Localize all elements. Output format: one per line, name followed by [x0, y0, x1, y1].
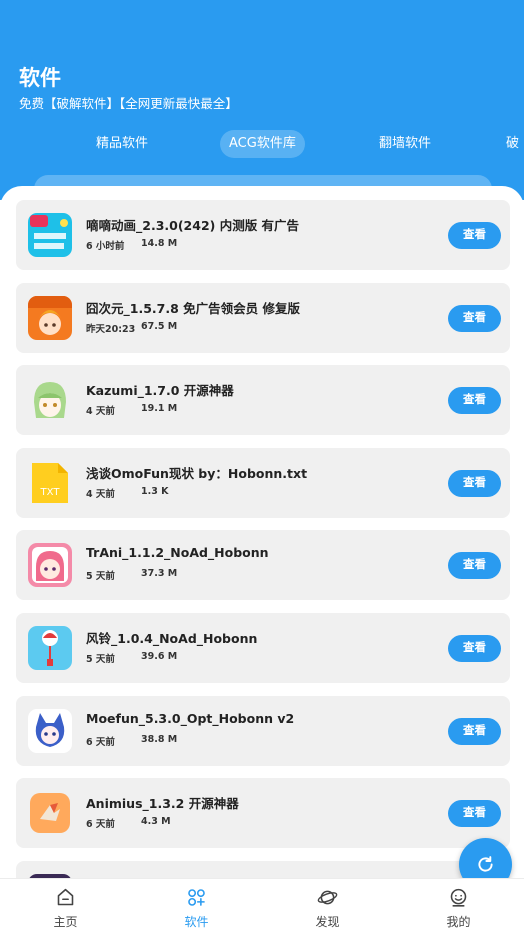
list-item[interactable]: Kazumi_1.7.0 开源神器 4 天前 19.1 M 查看: [16, 365, 510, 436]
view-button[interactable]: 查看: [448, 304, 501, 332]
tab-cracked-software[interactable]: 破: [506, 130, 519, 158]
item-time: 5 天前: [86, 571, 115, 583]
nav-label-discover: 发现: [315, 915, 340, 929]
svg-text:TXT: TXT: [40, 487, 61, 498]
nav-item-home[interactable]: 主页: [0, 879, 131, 936]
view-button[interactable]: 查看: [448, 222, 501, 249]
page-title: 软件: [19, 66, 61, 90]
item-time: 5 天前: [86, 653, 115, 665]
item-time: 4 天前: [86, 406, 115, 418]
tab-vpn-software[interactable]: 翻墙软件: [379, 130, 431, 158]
item-title: Kazumi_1.7.0 开源神器: [86, 383, 234, 399]
moefun-icon: [28, 708, 72, 753]
item-time: 6 天前: [86, 819, 115, 831]
item-size: 67.5 M: [141, 320, 178, 332]
header: 软件 免费【破解软件】【全网更新最快最全】 精品软件 ACG软件库 翻墙软件 破: [0, 0, 524, 215]
item-title: Animius_1.3.2 开源神器: [86, 796, 239, 812]
item-time: 6 小时前: [86, 241, 125, 252]
tab-premium-software[interactable]: 精品软件: [96, 130, 148, 158]
kazumi-icon: [28, 378, 72, 423]
view-button[interactable]: 查看: [448, 717, 501, 745]
software-list-sheet: 嘀嘀动画_2.3.0(242) 内测版 有广告 6 小时前 14.8 M 查看 …: [0, 186, 524, 936]
nav-label-profile: 我的: [446, 915, 471, 929]
nav-label-software: 软件: [184, 915, 209, 929]
item-time: 6 天前: [86, 736, 115, 748]
txt-file-icon: TXT: [28, 460, 72, 505]
item-size: 1.3 K: [141, 485, 169, 497]
list-item[interactable]: Animius_1.3.2 开源神器 6 天前 4.3 M 查看: [16, 778, 510, 849]
view-button[interactable]: 查看: [448, 469, 501, 497]
trani-icon: [28, 543, 72, 588]
item-size: 38.8 M: [141, 733, 178, 745]
item-title: 浅谈OmoFun现状 by：Hobonn.txt: [86, 465, 308, 481]
item-size: 19.1 M: [141, 403, 178, 415]
item-time: 昨天20:23: [86, 323, 136, 335]
jiongciyuan-icon: [28, 295, 72, 340]
view-button[interactable]: 查看: [448, 552, 501, 580]
category-tabs: 精品软件 ACG软件库 翻墙软件 破: [0, 130, 524, 160]
software-list: 嘀嘀动画_2.3.0(242) 内测版 有广告 6 小时前 14.8 M 查看 …: [16, 200, 510, 936]
item-size: 37.3 M: [141, 568, 178, 580]
planet-icon: [317, 890, 338, 905]
item-title: 风铃_1.0.4_NoAd_Hobonn: [86, 630, 258, 646]
fengling-icon: [28, 625, 72, 670]
item-title: 囧次元_1.5.7.8 免广告领会员 修复版: [86, 300, 300, 316]
item-size: 14.8 M: [141, 238, 178, 249]
item-title: 嘀嘀动画_2.3.0(242) 内测版 有广告: [86, 218, 300, 233]
list-item[interactable]: Moefun_5.3.0_Opt_Hobonn v2 6 天前 38.8 M 查…: [16, 695, 510, 766]
apps-icon: [188, 889, 205, 906]
animius-icon: [28, 791, 72, 836]
view-button[interactable]: 查看: [448, 387, 501, 415]
nav-item-discover[interactable]: 发现: [262, 879, 393, 936]
item-title: Moefun_5.3.0_Opt_Hobonn v2: [86, 710, 295, 726]
tab-acg-software[interactable]: ACG软件库: [220, 130, 305, 158]
didi-anime-icon: [28, 213, 72, 257]
item-size: 4.3 M: [141, 816, 171, 828]
nav-label-home: 主页: [53, 915, 78, 929]
item-size: 39.6 M: [141, 650, 178, 662]
bottom-nav: 主页 软件 发现 我的: [0, 878, 524, 936]
list-item[interactable]: 嘀嘀动画_2.3.0(242) 内测版 有广告 6 小时前 14.8 M 查看: [16, 200, 510, 270]
view-button[interactable]: 查看: [448, 800, 501, 828]
item-title: TrAni_1.1.2_NoAd_Hobonn: [86, 545, 269, 561]
refresh-icon: [478, 856, 493, 872]
nav-item-software[interactable]: 软件: [131, 879, 262, 936]
nav-item-profile[interactable]: 我的: [393, 879, 524, 936]
list-item[interactable]: TrAni_1.1.2_NoAd_Hobonn 5 天前 37.3 M 查看: [16, 530, 510, 601]
page-subtitle: 免费【破解软件】【全网更新最快最全】: [19, 96, 238, 111]
list-item[interactable]: 囧次元_1.5.7.8 免广告领会员 修复版 昨天20:23 67.5 M 查看: [16, 282, 510, 353]
list-item[interactable]: TXT 浅谈OmoFun现状 by：Hobonn.txt 4 天前 1.3 K …: [16, 447, 510, 518]
list-item[interactable]: 风铃_1.0.4_NoAd_Hobonn 5 天前 39.6 M 查看: [16, 612, 510, 683]
profile-icon: [450, 888, 467, 907]
home-icon: [57, 888, 74, 906]
item-time: 4 天前: [86, 488, 115, 500]
view-button[interactable]: 查看: [448, 634, 501, 662]
